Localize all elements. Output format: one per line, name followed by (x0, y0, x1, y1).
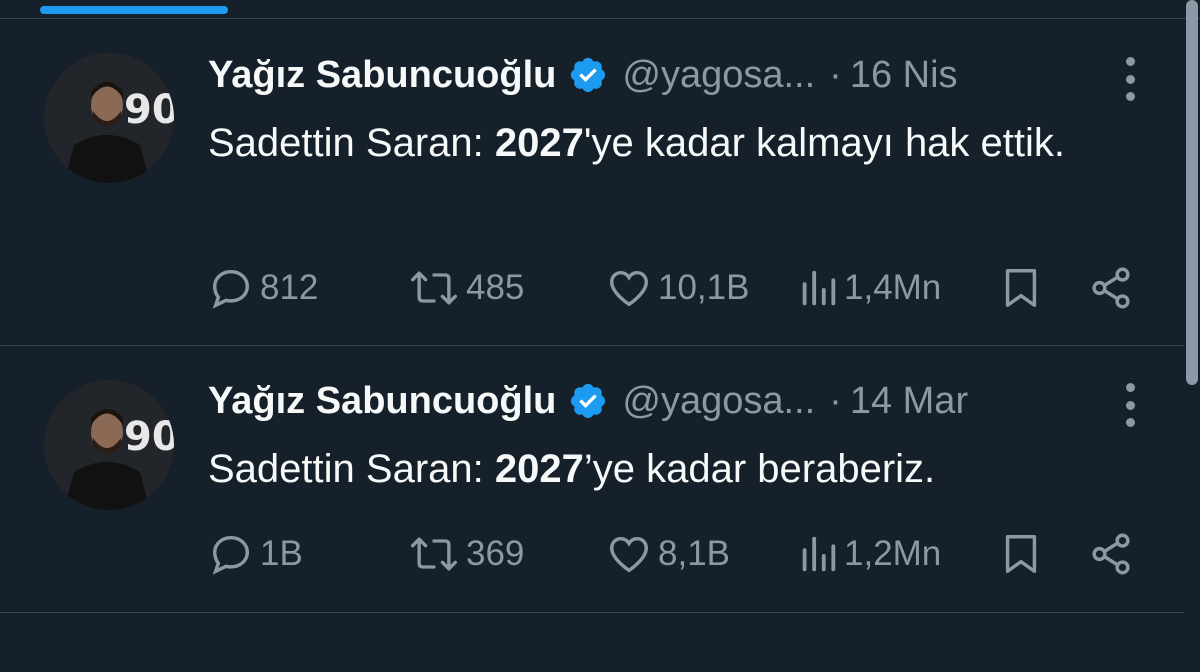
tweet-text: Sadettin Saran: 2027’ye kadar beraberiz. (208, 439, 1108, 499)
tweet-date[interactable]: 16 Nis (850, 54, 958, 97)
views-icon (798, 265, 838, 311)
views-count: 1,4Mn (844, 268, 942, 307)
tweet-header: Yağız Sabuncuoğlu @yagosa... · 16 Nis (208, 45, 958, 105)
tweet-actions: 812 485 10,1B 1,4Mn (208, 263, 1148, 313)
tweet-text-part: Sadettin Saran: (208, 447, 495, 491)
retweet-icon (408, 265, 460, 311)
like-button[interactable]: 8,1B (606, 529, 730, 579)
avatar[interactable]: 90 (44, 380, 174, 510)
tweet-text-bold: 2027 (494, 121, 584, 165)
tweet-date[interactable]: 14 Mar (850, 380, 968, 423)
tweet-text: Sadettin Saran: 2027'ye kadar kalmayı ha… (208, 113, 1108, 173)
share-button[interactable] (1088, 529, 1134, 579)
author-handle[interactable]: @yagosa... (622, 54, 815, 97)
active-tab-indicator (40, 6, 228, 14)
like-icon (606, 531, 652, 577)
tweet-text-bold: 2027 (494, 447, 584, 491)
more-icon[interactable] (1124, 57, 1136, 101)
author-handle[interactable]: @yagosa... (622, 380, 815, 423)
views-button[interactable]: 1,2Mn (798, 529, 941, 579)
tweet[interactable]: 90 Yağız Sabuncuoğlu @yagosa... · 16 Nis… (0, 20, 1184, 346)
share-button[interactable] (1088, 263, 1134, 313)
retweet-count: 369 (466, 534, 525, 573)
retweet-icon (408, 531, 460, 577)
author-name[interactable]: Yağız Sabuncuoğlu (208, 380, 556, 423)
svg-text:90: 90 (124, 414, 174, 460)
tweet-text-part: 'ye kadar kalmayı hak ettik. (583, 121, 1066, 165)
reply-button[interactable]: 812 (208, 263, 318, 313)
reply-count: 1B (260, 534, 303, 573)
tweet[interactable]: 90 Yağız Sabuncuoğlu @yagosa... · 14 Mar… (0, 346, 1184, 672)
like-count: 10,1B (658, 268, 750, 307)
scrollbar-thumb[interactable] (1186, 0, 1198, 385)
retweet-button[interactable]: 485 (408, 263, 524, 313)
tweet-actions: 1B 369 8,1B 1,2Mn (208, 529, 1148, 579)
tweet-text-part: ’ye kadar beraberiz. (583, 447, 936, 491)
reply-icon (208, 265, 254, 311)
bookmark-button[interactable] (998, 529, 1044, 579)
svg-text:90: 90 (124, 87, 174, 133)
avatar[interactable]: 90 (44, 53, 174, 183)
author-name[interactable]: Yağız Sabuncuoğlu (208, 54, 556, 97)
views-button[interactable]: 1,4Mn (798, 263, 941, 313)
share-icon (1088, 531, 1134, 577)
separator-dot: · (829, 53, 842, 96)
verified-badge-icon (568, 381, 608, 421)
views-count: 1,2Mn (844, 534, 942, 573)
reply-button[interactable]: 1B (208, 529, 303, 579)
reply-icon (208, 531, 254, 577)
more-icon[interactable] (1124, 383, 1136, 427)
like-icon (606, 265, 652, 311)
like-count: 8,1B (658, 534, 730, 573)
bookmark-icon (998, 265, 1044, 311)
retweet-button[interactable]: 369 (408, 529, 524, 579)
share-icon (1088, 265, 1134, 311)
views-icon (798, 531, 838, 577)
scrollbar[interactable] (1184, 0, 1200, 385)
verified-badge-icon (568, 55, 608, 95)
like-button[interactable]: 10,1B (606, 263, 749, 313)
bookmark-button[interactable] (998, 263, 1044, 313)
retweet-count: 485 (466, 268, 525, 307)
top-divider (0, 18, 1200, 19)
tweet-text-part: Sadettin Saran: (208, 121, 495, 165)
separator-dot: · (829, 379, 842, 422)
reply-count: 812 (260, 268, 319, 307)
tweet-header: Yağız Sabuncuoğlu @yagosa... · 14 Mar (208, 371, 968, 431)
tweet-divider (0, 612, 1184, 613)
bookmark-icon (998, 531, 1044, 577)
